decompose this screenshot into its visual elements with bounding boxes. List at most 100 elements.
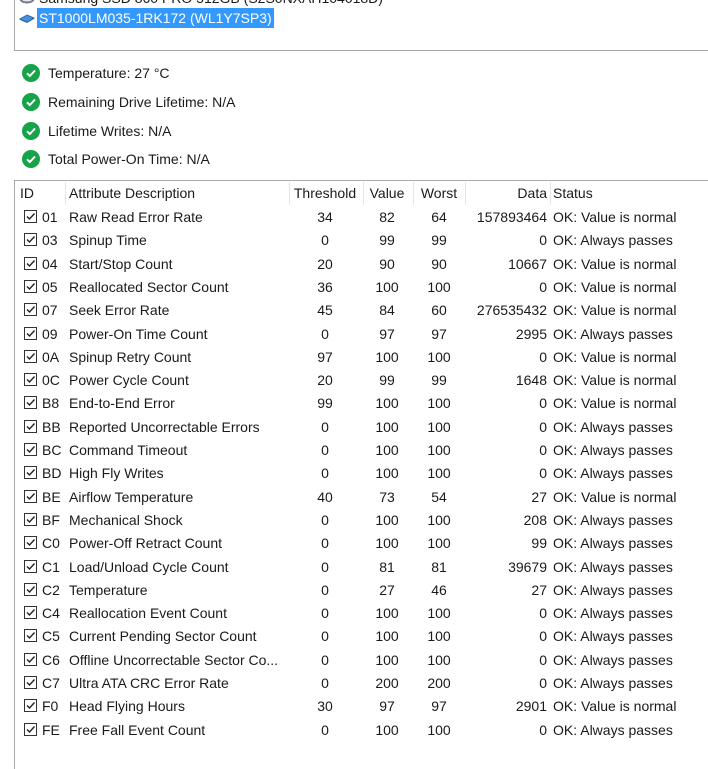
drive-label: Samsung SSD 860 PRO 512GB (S2S0NXAH10401… xyxy=(37,0,385,8)
attribute-id-cell: BC xyxy=(20,439,66,462)
smart-attributes-table[interactable]: ID Attribute Description Threshold Value… xyxy=(14,180,708,769)
table-row[interactable]: BB Reported Uncorrectable Errors 0 100 100 0 O… xyxy=(15,416,708,439)
worst-value: 99 xyxy=(431,232,447,249)
checkbox-checked-icon[interactable] xyxy=(24,629,37,643)
table-row[interactable]: C7 Ultra ATA CRC Error Rate 0 200 200 0 OK: Al… xyxy=(15,672,708,695)
attribute-id-cell: FE xyxy=(20,719,66,742)
column-header-worst[interactable]: Worst xyxy=(415,182,463,205)
table-row[interactable]: BC Command Timeout 0 100 100 0 OK: Always pass… xyxy=(15,439,708,462)
raw-data: 0 xyxy=(539,348,547,365)
checkbox-checked-icon[interactable] xyxy=(24,326,37,340)
current-value: 200 xyxy=(375,675,399,691)
checkbox-checked-icon[interactable] xyxy=(24,582,37,596)
checkbox-checked-icon[interactable] xyxy=(24,606,37,620)
attribute-id: 01 xyxy=(42,209,58,225)
checkbox-checked-icon[interactable] xyxy=(24,419,37,433)
table-row[interactable]: 05 Reallocated Sector Count 36 100 100 0 OK: V… xyxy=(15,276,708,299)
table-row[interactable]: C6 Offline Uncorrectable Sector Co... 0 100… xyxy=(15,649,708,672)
raw-data: 27 xyxy=(531,488,547,505)
table-header: ID Attribute Description Threshold Value… xyxy=(15,182,708,205)
threshold-value: 0 xyxy=(321,581,329,598)
table-row[interactable]: 09 Power-On Time Count 0 97 97 2995 OK: Always… xyxy=(15,323,708,346)
checkbox-checked-icon[interactable] xyxy=(24,349,37,363)
status-text: OK: Always passes xyxy=(553,675,673,691)
table-row[interactable]: C5 Current Pending Sector Count 0 100 100 0 OK… xyxy=(15,625,708,648)
checkbox-checked-icon[interactable] xyxy=(24,443,37,456)
table-row[interactable]: C2 Temperature 0 27 46 27 OK: Always passes xyxy=(15,579,708,602)
drive-list[interactable]: Samsung SSD 860 PRO 512GB (S2S0NXAH10401… xyxy=(14,0,708,51)
attribute-id-cell: BB xyxy=(20,416,66,439)
attribute-id: C1 xyxy=(42,558,60,575)
table-row[interactable]: 03 Spinup Time 0 99 99 0 OK: Always passes xyxy=(15,229,708,252)
status-text: OK: Always passes xyxy=(553,605,673,622)
checkbox-checked-icon[interactable] xyxy=(24,676,37,689)
checkbox-checked-icon[interactable] xyxy=(24,536,37,550)
column-header-value[interactable]: Value xyxy=(363,182,411,205)
checkbox-checked-icon[interactable] xyxy=(24,722,37,736)
attribute-id: C0 xyxy=(42,535,60,552)
table-row[interactable]: F0 Head Flying Hours 30 97 97 2901 OK: Value i… xyxy=(15,695,708,718)
threshold-value: 34 xyxy=(317,209,333,225)
column-header-data[interactable]: Data xyxy=(467,182,547,205)
table-row[interactable]: B8 End-to-End Error 99 100 100 0 OK: Value is … xyxy=(15,392,708,415)
worst-value: 97 xyxy=(431,698,447,715)
attribute-description: Power-On Time Count xyxy=(69,325,208,342)
table-row[interactable]: 01 Raw Read Error Rate 34 82 64 157893464 OK: … xyxy=(15,206,708,229)
checkbox-checked-icon[interactable] xyxy=(24,279,37,293)
checkbox-checked-icon[interactable] xyxy=(24,559,37,573)
attribute-id: BD xyxy=(42,465,62,482)
table-row[interactable]: 04 Start/Stop Count 20 90 90 10667 OK: Value i… xyxy=(15,253,708,276)
checkbox-checked-icon[interactable] xyxy=(24,256,37,270)
worst-value: 100 xyxy=(427,418,451,435)
table-row[interactable]: C4 Reallocation Event Count 0 100 100 0 OK: Al… xyxy=(15,602,708,625)
checkbox-checked-icon[interactable] xyxy=(24,466,37,480)
table-row[interactable]: BF Mechanical Shock 0 100 100 208 OK: Always p… xyxy=(15,509,708,532)
checkbox-checked-icon[interactable] xyxy=(24,303,37,317)
status-text: OK: Always passes xyxy=(553,628,673,645)
attribute-id: 07 xyxy=(42,302,58,319)
column-header-description[interactable]: Attribute Description xyxy=(69,182,291,205)
table-row[interactable]: 0C Power Cycle Count 20 99 99 1648 OK: Value i… xyxy=(15,369,708,392)
threshold-value: 0 xyxy=(321,418,329,435)
table-row[interactable]: C1 Load/Unload Cycle Count 0 81 81 39679 OK: A… xyxy=(15,556,708,579)
current-value: 100 xyxy=(375,348,399,365)
status-text: OK: Always passes xyxy=(553,558,673,575)
column-header-threshold[interactable]: Threshold xyxy=(287,182,363,205)
table-row[interactable]: BE Airflow Temperature 40 73 54 27 OK: Value i… xyxy=(15,486,708,509)
column-header-id[interactable]: ID xyxy=(20,182,66,205)
checkbox-checked-icon[interactable] xyxy=(24,396,37,410)
drive-item-samsung[interactable]: Samsung SSD 860 PRO 512GB (S2S0NXAH10401… xyxy=(19,0,385,8)
status-text: OK: Value is normal xyxy=(553,395,677,412)
checkbox-checked-icon[interactable] xyxy=(24,233,37,247)
current-value: 73 xyxy=(379,488,395,505)
checkbox-checked-icon[interactable] xyxy=(24,489,37,503)
attribute-description: Start/Stop Count xyxy=(69,255,173,272)
column-header-status[interactable]: Status xyxy=(553,182,708,205)
column-divider[interactable] xyxy=(413,182,414,205)
column-divider[interactable] xyxy=(465,182,466,205)
current-value: 100 xyxy=(375,628,399,645)
drive-item-seagate[interactable]: ST1000LM035-1RK172 (WL1Y7SP3) xyxy=(18,8,274,28)
column-divider[interactable] xyxy=(65,182,66,205)
table-row[interactable]: C0 Power-Off Retract Count 0 100 100 99 OK: Al… xyxy=(15,532,708,555)
check-circle-icon xyxy=(22,122,40,140)
checkbox-checked-icon[interactable] xyxy=(24,373,37,387)
status-temperature: Temperature: 27 °C xyxy=(22,62,170,84)
attribute-id-cell: BE xyxy=(20,486,66,509)
current-value: 97 xyxy=(379,698,395,715)
worst-value: 100 xyxy=(427,628,451,645)
table-row[interactable]: FE Free Fall Event Count 0 100 100 0 OK: Alway… xyxy=(15,719,708,742)
column-divider[interactable] xyxy=(550,182,551,205)
checkbox-checked-icon[interactable] xyxy=(24,699,37,713)
table-row[interactable]: 0A Spinup Retry Count 97 100 100 0 OK: Value i… xyxy=(15,346,708,369)
checkbox-checked-icon[interactable] xyxy=(24,512,37,526)
attribute-description: Ultra ATA CRC Error Rate xyxy=(69,675,229,691)
table-row[interactable]: BD High Fly Writes 0 100 100 0 OK: Always pass… xyxy=(15,462,708,485)
worst-value: 54 xyxy=(431,488,447,505)
table-row[interactable]: 07 Seek Error Rate 45 84 60 276535432 OK: Valu… xyxy=(15,299,708,322)
checkbox-checked-icon[interactable] xyxy=(24,210,37,223)
raw-data: 1648 xyxy=(515,372,547,389)
attribute-id: C5 xyxy=(42,628,60,645)
checkbox-checked-icon[interactable] xyxy=(24,652,37,666)
attribute-description: Current Pending Sector Count xyxy=(69,628,257,645)
